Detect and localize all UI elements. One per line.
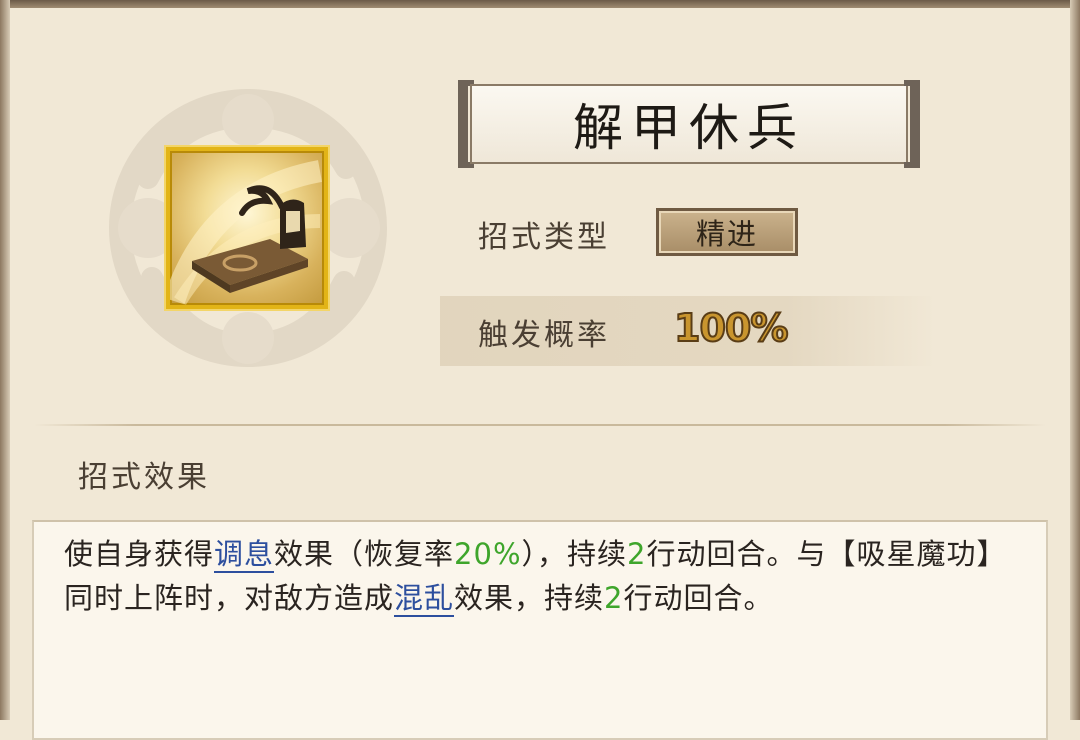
- keyword-link-tiaoxi[interactable]: 调息: [214, 537, 275, 573]
- effect-text-segment: 效果（恢复率: [274, 537, 455, 571]
- section-divider: [34, 424, 1046, 426]
- effect-text-segment: 使自身获得: [64, 537, 215, 571]
- skill-type-badge: 精进: [656, 208, 798, 256]
- keyword-link-hunluan[interactable]: 混乱: [394, 581, 455, 617]
- skill-name-plate: 解甲休兵: [458, 80, 920, 168]
- trigger-rate-value: 100%: [673, 305, 789, 351]
- skill-name: 解甲休兵: [573, 99, 805, 157]
- skill-name-box: 解甲休兵: [470, 84, 908, 164]
- helmet-on-scroll-icon: [170, 160, 323, 305]
- right-bracket-decoration: [904, 80, 920, 168]
- effect-number: 2: [604, 581, 624, 615]
- effect-description-text: 使自身获得调息效果（恢复率20%），持续2行动回合。与【吸星魔功】同时上阵时，对…: [64, 532, 1024, 620]
- effect-text-segment: ），持续: [521, 537, 628, 571]
- effect-number: 2: [627, 537, 647, 571]
- window-top-border: [0, 0, 1080, 8]
- window-right-border: [1070, 0, 1080, 720]
- window-left-border: [0, 0, 10, 720]
- effect-text-segment: 行动回合。: [623, 581, 774, 615]
- skill-type-label: 招式类型: [478, 220, 610, 255]
- effect-number: 20%: [454, 537, 522, 571]
- effect-text-segment: 效果，持续: [454, 581, 605, 615]
- trigger-rate-label: 触发概率: [478, 318, 610, 353]
- left-bracket-decoration: [458, 80, 474, 168]
- skill-icon-frame[interactable]: [166, 147, 328, 309]
- effect-section-title: 招式效果: [78, 460, 210, 495]
